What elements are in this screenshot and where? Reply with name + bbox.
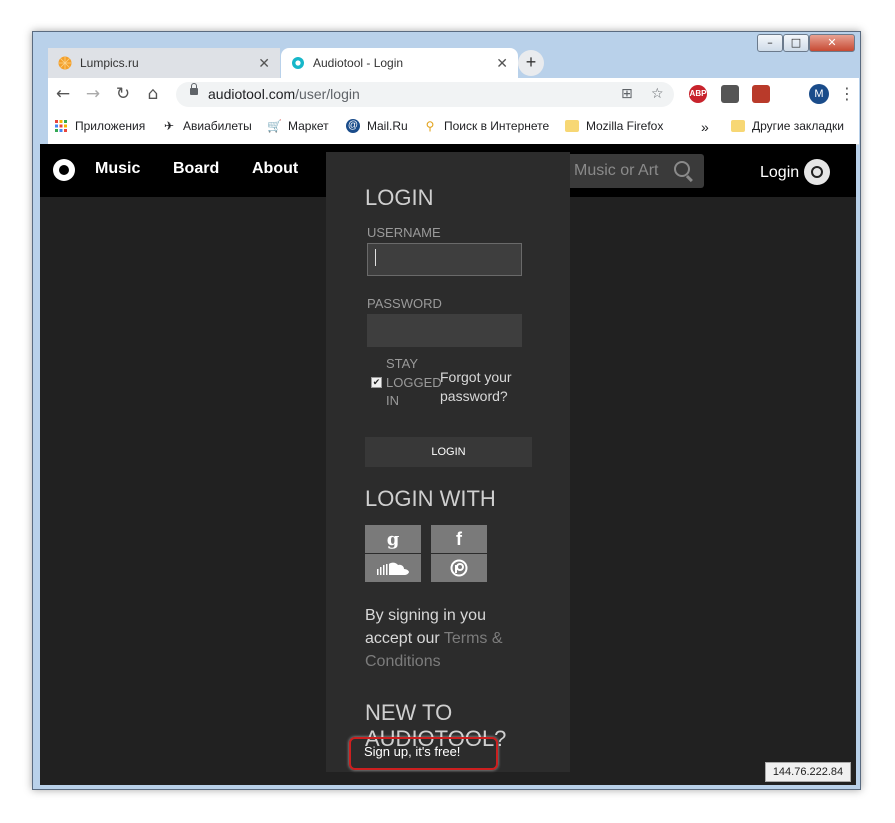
text-cursor bbox=[375, 249, 376, 266]
minimize-button[interactable]: – bbox=[757, 34, 783, 52]
stay-logged-in-checkbox[interactable]: ✔ bbox=[371, 377, 382, 388]
facebook-login-button[interactable]: f bbox=[431, 525, 487, 553]
url-text: audiotool.com/user/login bbox=[208, 86, 360, 102]
bookmark-label: Авиабилеты bbox=[183, 119, 252, 133]
bookmark-label: Mozilla Firefox bbox=[586, 119, 664, 133]
username-input[interactable] bbox=[367, 243, 522, 276]
cart-icon: 🛒 bbox=[267, 119, 282, 133]
new-tab-button[interactable]: + bbox=[518, 50, 544, 76]
pdf-extension-icon[interactable] bbox=[752, 85, 770, 103]
star-icon[interactable]: ☆ bbox=[651, 86, 664, 102]
lumpics-favicon-icon bbox=[58, 56, 72, 70]
home-icon[interactable]: ⌂ bbox=[142, 83, 164, 105]
google-icon: g bbox=[386, 528, 400, 550]
forgot-password-link[interactable]: Forgot your password? bbox=[440, 368, 530, 405]
close-tab-icon[interactable]: ✕ bbox=[258, 55, 270, 72]
search-placeholder: Music or Art bbox=[574, 162, 659, 179]
bookmarks-bar: Приложения ✈ Авиабилеты 🛒 Маркет @ Mail.… bbox=[48, 110, 859, 145]
tab-lumpics[interactable]: Lumpics.ru ✕ bbox=[48, 48, 280, 78]
bookmark-other[interactable]: Другие закладки bbox=[731, 119, 844, 133]
forward-icon[interactable]: → bbox=[82, 83, 104, 105]
maximize-button[interactable]: □ bbox=[783, 34, 809, 52]
audiotool-page: Music Board About Music or Art Login LOG… bbox=[40, 144, 856, 785]
patreon-login-button[interactable] bbox=[431, 554, 487, 582]
address-bar[interactable]: audiotool.com/user/login ⊞ ☆ bbox=[176, 82, 674, 107]
patreon-icon bbox=[450, 559, 468, 577]
close-tab-icon[interactable]: ✕ bbox=[496, 55, 508, 72]
bookmark-aviabilety[interactable]: ✈ Авиабилеты bbox=[162, 119, 252, 133]
lock-icon bbox=[190, 83, 198, 95]
ip-address-badge: 144.76.222.84 bbox=[765, 762, 851, 782]
bookmarks-overflow-icon[interactable]: » bbox=[701, 119, 709, 135]
folder-icon bbox=[565, 120, 579, 132]
login-heading: LOGIN bbox=[365, 185, 434, 210]
tab-audiotool[interactable]: Audiotool - Login ✕ bbox=[281, 48, 518, 78]
audiotool-favicon-icon bbox=[292, 57, 304, 69]
url-host: audiotool.com bbox=[208, 86, 296, 102]
url-path: /user/login bbox=[295, 86, 360, 102]
username-label: USERNAME bbox=[367, 225, 441, 240]
menu-icon[interactable]: ⋮ bbox=[839, 84, 855, 103]
bookmark-label: Mail.Ru bbox=[367, 119, 408, 133]
bookmark-firefox[interactable]: Mozilla Firefox bbox=[565, 119, 663, 133]
stay-logged-in-label: STAY LOGGED IN bbox=[386, 356, 442, 408]
folder-icon bbox=[731, 120, 745, 132]
password-label: PASSWORD bbox=[367, 296, 442, 311]
google-login-button[interactable]: g bbox=[365, 525, 421, 553]
bookmark-apps[interactable]: Приложения bbox=[54, 119, 145, 133]
bookmark-search[interactable]: ⚲ Поиск в Интернете bbox=[423, 119, 550, 133]
apps-grid-icon bbox=[55, 120, 67, 132]
browser-toolbar: ← → ↻ ⌂ audiotool.com/user/login ⊞ ☆ ABP… bbox=[48, 78, 859, 110]
back-icon[interactable]: ← bbox=[52, 83, 74, 105]
translate-icon[interactable]: ⊞ bbox=[621, 86, 633, 102]
soundcloud-icon bbox=[377, 562, 409, 575]
bookmark-label: Поиск в Интернете bbox=[444, 119, 550, 133]
extension-icon[interactable] bbox=[721, 85, 739, 103]
bookmark-label: Приложения bbox=[75, 119, 146, 133]
adblock-icon[interactable]: ABP bbox=[689, 85, 707, 103]
close-window-button[interactable]: ✕ bbox=[809, 34, 855, 52]
login-link[interactable]: Login bbox=[760, 164, 799, 182]
browser-window: – □ ✕ Lumpics.ru ✕ Audiotool - Login ✕ +… bbox=[32, 31, 861, 790]
bookmark-market[interactable]: 🛒 Маркет bbox=[267, 119, 329, 133]
plane-icon: ✈ bbox=[163, 119, 175, 133]
facebook-icon: f bbox=[456, 528, 462, 549]
bookmark-label: Маркет bbox=[288, 119, 329, 133]
login-panel: LOGIN USERNAME PASSWORD ✔ STAY LOGGED IN… bbox=[326, 152, 570, 772]
user-avatar-icon[interactable] bbox=[804, 159, 830, 185]
search-icon[interactable] bbox=[674, 161, 690, 177]
tab-title: Lumpics.ru bbox=[80, 56, 139, 70]
password-input[interactable] bbox=[367, 314, 522, 347]
signup-link-highlight[interactable]: Sign up, it's free! bbox=[349, 737, 498, 770]
login-button[interactable]: LOGIN bbox=[365, 437, 532, 467]
profile-avatar[interactable]: M bbox=[809, 84, 829, 104]
audiotool-logo-icon[interactable] bbox=[53, 159, 75, 181]
site-search-input[interactable]: Music or Art bbox=[566, 154, 704, 188]
signup-link[interactable]: Sign up, it's free! bbox=[364, 744, 460, 759]
bookmark-mailru[interactable]: @ Mail.Ru bbox=[346, 119, 408, 133]
mailru-icon: @ bbox=[346, 119, 360, 133]
tab-title: Audiotool - Login bbox=[313, 56, 404, 70]
soundcloud-login-button[interactable] bbox=[365, 554, 421, 582]
reload-icon[interactable]: ↻ bbox=[112, 83, 134, 105]
search-icon: ⚲ bbox=[425, 119, 435, 133]
login-with-heading: LOGIN WITH bbox=[365, 486, 496, 511]
nav-music[interactable]: Music bbox=[95, 160, 140, 178]
bookmark-label: Другие закладки bbox=[752, 119, 844, 133]
nav-board[interactable]: Board bbox=[173, 160, 219, 178]
terms-text: By signing in you accept our Terms & Con… bbox=[365, 604, 535, 673]
nav-about[interactable]: About bbox=[252, 160, 298, 178]
